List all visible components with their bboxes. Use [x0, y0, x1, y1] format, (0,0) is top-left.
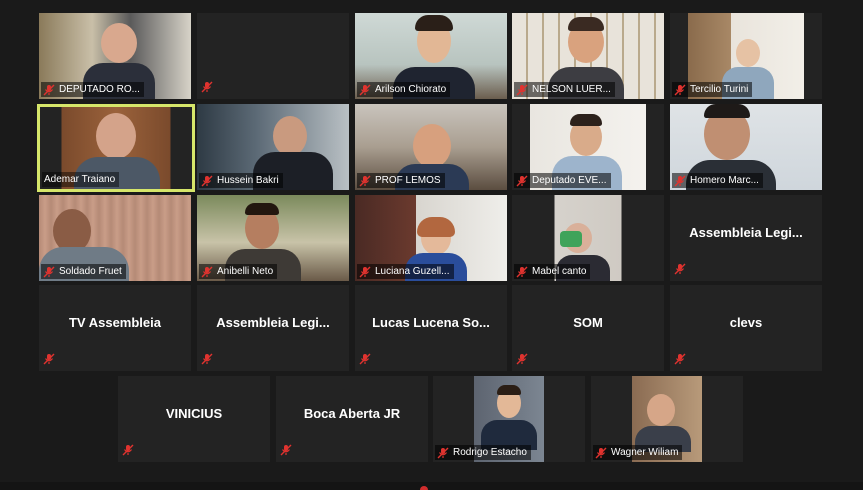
- mic-muted-icon: [595, 447, 607, 459]
- participant-name: Deputado EVE...: [532, 175, 607, 186]
- participant-tile[interactable]: Deputado EVE...: [512, 104, 664, 190]
- participant-tile[interactable]: Arilson Chiorato: [355, 13, 507, 99]
- participant-name: Assembleia Legi...: [689, 225, 803, 240]
- gallery-view: DEPUTADO RO... Arilson Chiorato NELSON L…: [0, 0, 863, 490]
- mic-muted-icon: [201, 353, 213, 365]
- participant-label: Arilson Chiorato: [357, 82, 451, 97]
- participant-tile[interactable]: PROF LEMOS: [355, 104, 507, 190]
- participant-tile[interactable]: Tercilio Turini: [670, 13, 822, 99]
- participant-name: Luciana Guzell...: [375, 266, 450, 277]
- participant-tile[interactable]: Anibelli Neto: [197, 195, 349, 281]
- participant-label: Deputado EVE...: [514, 173, 611, 188]
- mic-muted-icon: [674, 175, 686, 187]
- participant-name: DEPUTADO RO...: [59, 84, 140, 95]
- participant-tile[interactable]: clevs: [670, 285, 822, 371]
- mic-muted-icon: [201, 81, 213, 93]
- recording-indicator-icon: [420, 486, 428, 490]
- participant-label: Rodrigo Estacho: [435, 445, 531, 460]
- participant-name: Mabel canto: [532, 266, 587, 277]
- participant-tile[interactable]: Lucas Lucena So...: [355, 285, 507, 371]
- meeting-toolbar-edge: [0, 482, 863, 490]
- participant-tile[interactable]: Hussein Bakri: [197, 104, 349, 190]
- participant-label: Mabel canto: [514, 264, 591, 279]
- participant-name: Homero Marc...: [690, 175, 759, 186]
- participant-label: Wagner Wiliam: [593, 445, 683, 460]
- participant-tile[interactable]: VINICIUS: [118, 376, 270, 462]
- mic-muted-icon: [674, 263, 686, 275]
- mic-muted-icon: [359, 266, 371, 278]
- participant-name: Lucas Lucena So...: [372, 315, 490, 330]
- participant-name: Wagner Wiliam: [611, 447, 679, 458]
- participant-name: PROF LEMOS: [375, 175, 441, 186]
- participant-tile[interactable]: Soldado Fruet: [39, 195, 191, 281]
- participant-name: SOM: [573, 315, 603, 330]
- mic-muted-icon: [516, 266, 528, 278]
- participant-label: Anibelli Neto: [199, 264, 278, 279]
- participant-label: PROF LEMOS: [357, 173, 445, 188]
- participant-tile[interactable]: [197, 13, 349, 99]
- participant-name: Boca Aberta JR: [303, 406, 401, 421]
- participant-name: Rodrigo Estacho: [453, 447, 527, 458]
- gallery-row-2: Ademar Traiano Hussein Bakri PROF LEMOS: [0, 104, 863, 192]
- gallery-row-4: TV Assembleia Assembleia Legi... Lucas L…: [0, 285, 863, 371]
- mic-muted-icon: [516, 175, 528, 187]
- participant-name: Arilson Chiorato: [375, 84, 447, 95]
- mic-muted-icon: [43, 266, 55, 278]
- participant-name: clevs: [729, 315, 763, 330]
- participant-name: NELSON LUER...: [532, 84, 611, 95]
- participant-name: Hussein Bakri: [217, 175, 279, 186]
- participant-label: Ademar Traiano: [42, 172, 120, 187]
- mic-muted-icon: [516, 84, 528, 96]
- participant-tile[interactable]: SOM: [512, 285, 664, 371]
- participant-tile[interactable]: Luciana Guzell...: [355, 195, 507, 281]
- participant-tile[interactable]: Homero Marc...: [670, 104, 822, 190]
- participant-tile[interactable]: Mabel canto: [512, 195, 664, 281]
- mic-muted-icon: [280, 444, 292, 456]
- mic-muted-icon: [359, 353, 371, 365]
- participant-name: VINICIUS: [165, 406, 223, 421]
- mic-muted-icon: [516, 353, 528, 365]
- participant-label: Soldado Fruet: [41, 264, 126, 279]
- participant-label: DEPUTADO RO...: [41, 82, 144, 97]
- participant-label: Homero Marc...: [672, 173, 763, 188]
- participant-label: Luciana Guzell...: [357, 264, 454, 279]
- participant-tile[interactable]: NELSON LUER...: [512, 13, 664, 99]
- participant-tile[interactable]: Rodrigo Estacho: [433, 376, 585, 462]
- participant-tile[interactable]: Assembleia Legi...: [670, 195, 822, 281]
- mic-muted-icon: [674, 353, 686, 365]
- participant-label: Hussein Bakri: [199, 173, 283, 188]
- participant-tile[interactable]: Assembleia Legi...: [197, 285, 349, 371]
- mic-muted-icon: [359, 84, 371, 96]
- participant-name: Ademar Traiano: [44, 174, 116, 185]
- participant-tile[interactable]: Wagner Wiliam: [591, 376, 743, 462]
- mic-muted-icon: [43, 353, 55, 365]
- participant-name: TV Assembleia: [68, 315, 161, 330]
- participant-name: Soldado Fruet: [59, 266, 122, 277]
- participant-tile[interactable]: Boca Aberta JR: [276, 376, 428, 462]
- gallery-row-5: VINICIUS Boca Aberta JR Rodrigo Estacho: [0, 376, 863, 462]
- participant-tile-active-speaker[interactable]: Ademar Traiano: [37, 104, 195, 192]
- mic-muted-icon: [43, 84, 55, 96]
- mic-muted-icon: [437, 447, 449, 459]
- participant-name: Assembleia Legi...: [216, 315, 330, 330]
- participant-label: NELSON LUER...: [514, 82, 615, 97]
- participant-name: Anibelli Neto: [217, 266, 274, 277]
- mic-muted-icon: [201, 266, 213, 278]
- gallery-row-1: DEPUTADO RO... Arilson Chiorato NELSON L…: [0, 13, 863, 99]
- mic-muted-icon: [359, 175, 371, 187]
- mic-muted-icon: [201, 175, 213, 187]
- participant-tile[interactable]: TV Assembleia: [39, 285, 191, 371]
- participant-tile[interactable]: DEPUTADO RO...: [39, 13, 191, 99]
- mic-muted-icon: [674, 84, 686, 96]
- mic-muted-icon: [122, 444, 134, 456]
- gallery-row-3: Soldado Fruet Anibelli Neto Luciana Guze…: [0, 195, 863, 281]
- participant-label: Tercilio Turini: [672, 82, 753, 97]
- participant-name: Tercilio Turini: [690, 84, 749, 95]
